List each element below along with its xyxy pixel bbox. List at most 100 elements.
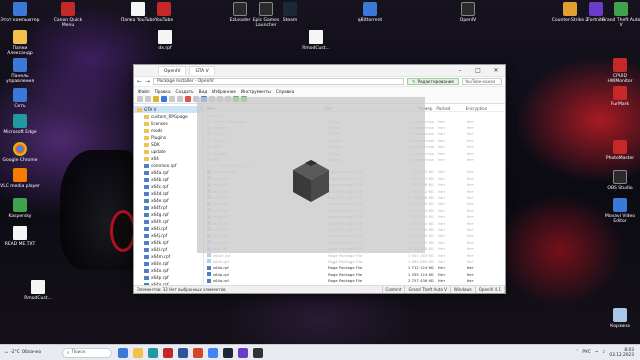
start-icon[interactable] <box>118 347 128 358</box>
tree-item[interactable]: GTA V <box>134 106 203 113</box>
toolbar-back-icon[interactable] <box>137 96 143 102</box>
openiv-taskbar-icon[interactable] <box>253 347 263 358</box>
desktop-icon-canon[interactable]: Canon Quick Menu <box>48 2 88 28</box>
table-row[interactable]: x64p.rpf Rage Package File 1 395 124 КБ Нет… <box>204 271 505 277</box>
word-icon[interactable] <box>178 347 188 358</box>
cell-type: Rage Package File <box>328 265 363 271</box>
explorer-icon[interactable] <box>133 347 143 358</box>
address-input[interactable]: Package Installer - OpenIV <box>153 78 404 85</box>
tree-item[interactable]: x64a.rpf <box>134 169 203 176</box>
desktop-icon-steam[interactable]: Steam <box>270 2 310 23</box>
toolbar-folder-icon[interactable] <box>153 96 159 102</box>
desktop-icon-openiv[interactable]: OpenIV <box>448 2 488 23</box>
tray-chevron-icon[interactable]: ˄ <box>576 350 578 355</box>
desktop-icon-gta[interactable]: Grand Theft Auto V <box>601 2 640 28</box>
edit-mode-button[interactable]: ✎ Редактирование <box>406 78 459 85</box>
table-row[interactable]: x64o.rpf Rage Package File 1 712 124 КБ Нет… <box>204 265 505 271</box>
desktop-icon-computer[interactable]: Этот компьютер <box>0 2 40 23</box>
desktop-icon-furmark[interactable]: FurMark <box>600 86 640 107</box>
edge-taskbar-icon[interactable] <box>148 347 158 358</box>
tab-gtav[interactable]: GTA V <box>189 66 215 75</box>
steam-taskbar-icon[interactable] <box>223 347 233 358</box>
desktop-icon-chrome[interactable]: Google Chrome <box>0 142 40 163</box>
tree-item[interactable]: x64h.rpf <box>134 218 203 225</box>
tree-item[interactable]: x64 <box>134 155 203 162</box>
tree-item[interactable]: x64m.rpf <box>134 253 203 260</box>
tree-item[interactable]: x64k.rpf <box>134 239 203 246</box>
tree-item[interactable]: x64c.rpf <box>134 183 203 190</box>
cell-size: 2 757 436 КБ <box>407 278 434 284</box>
tree-item[interactable]: x64f.rpf <box>134 204 203 211</box>
column-packed[interactable]: Packed <box>436 106 465 111</box>
tree-item[interactable]: common.rpf <box>134 162 203 169</box>
toolbar-copy-icon[interactable] <box>169 96 175 102</box>
maximize-icon[interactable]: □ <box>469 67 487 74</box>
menu-create[interactable]: Создать <box>176 89 194 94</box>
tree-item[interactable]: x64i.rpf <box>134 225 203 232</box>
tree-item[interactable]: x64l.rpf <box>134 246 203 253</box>
toolbar-save-icon[interactable] <box>161 96 167 102</box>
clock[interactable]: 8:03 03.12.2023 <box>609 348 634 358</box>
toolbar-paste-icon[interactable] <box>177 96 183 102</box>
menu-file[interactable]: Файл <box>138 89 150 94</box>
menu-edit[interactable]: Правка <box>155 89 171 94</box>
desktop-icon-rmodcust-top[interactable]: RmodCust... <box>296 30 336 51</box>
search-input[interactable]: YouTube-канал <box>462 78 502 85</box>
desktop-icon-user-folder[interactable]: Папки Александр <box>0 30 40 56</box>
desktop-icon-rmodcust[interactable]: RmodCust... <box>18 280 58 301</box>
desktop-icon-recycle-bin[interactable]: Корзина <box>600 308 640 329</box>
tab-openiv[interactable]: OpenIV <box>158 66 187 75</box>
youtube-taskbar-icon[interactable] <box>163 347 173 358</box>
desktop-icon-vlc[interactable]: VLC media player <box>0 168 40 189</box>
wifi-icon[interactable]: ⌔ <box>595 350 599 356</box>
table-row[interactable]: x64q.rpf Rage Package File 2 757 436 КБ Нет… <box>204 277 505 283</box>
weather-widget[interactable]: ☁ -2°C Облачно <box>0 350 60 355</box>
desktop-icon-readme[interactable]: READ ME.TXT <box>0 226 40 247</box>
column-encryption[interactable]: Encryption <box>466 106 505 111</box>
tree-item[interactable]: x64e.rpf <box>134 197 203 204</box>
gta-icon <box>614 2 628 16</box>
menu-view[interactable]: Вид <box>199 89 208 94</box>
tree-item[interactable]: mods <box>134 127 203 134</box>
tree-item[interactable]: x64o.rpf <box>134 267 203 274</box>
desktop-icon-qbittorrent[interactable]: qBittorrent <box>350 2 390 23</box>
desktop-icon-movavi[interactable]: Movavi Video Editor <box>600 198 640 224</box>
desktop-icon-cpuid[interactable]: CPUID HWMonitor <box>600 58 640 84</box>
discord-icon[interactable] <box>238 347 248 358</box>
menu-help[interactable]: Справка <box>276 89 294 94</box>
desktop-icon-obs[interactable]: OBS Studio <box>600 170 640 191</box>
menu-favorites[interactable]: Избранное <box>212 89 236 94</box>
menu-tools[interactable]: Инструменты <box>241 89 271 94</box>
tree-item[interactable]: update <box>134 148 203 155</box>
desktop-icon-edge[interactable]: Microsoft Edge <box>0 114 40 135</box>
tree-item[interactable]: x64p.rpf <box>134 274 203 281</box>
tree-item[interactable]: custom_RPGpage <box>134 113 203 120</box>
toolbar-forward-icon[interactable] <box>145 96 151 102</box>
desktop-icon-photomaster[interactable]: PhotoMaster <box>600 140 640 161</box>
tree-item[interactable]: licenses <box>134 120 203 127</box>
desktop-icon-kaspersky[interactable]: Kaspersky <box>0 198 40 219</box>
desktop-icon-network[interactable]: Сеть <box>0 88 40 109</box>
close-icon[interactable]: ✕ <box>487 67 505 74</box>
tree-item[interactable]: x64n.rpf <box>134 260 203 267</box>
language-indicator[interactable]: РУС <box>582 350 590 355</box>
minimize-icon[interactable]: – <box>451 67 469 74</box>
tree-item[interactable]: x64b.rpf <box>134 176 203 183</box>
desktop-icon-youtube[interactable]: YouTube <box>144 2 184 23</box>
powerpoint-icon[interactable] <box>193 347 203 358</box>
forward-icon[interactable]: → <box>145 78 150 85</box>
rpf-file-icon <box>207 272 211 277</box>
taskbar-search[interactable]: ⌕ Поиск <box>62 347 112 358</box>
back-icon[interactable]: ← <box>137 78 142 85</box>
tree-item[interactable]: x64j.rpf <box>134 232 203 239</box>
desktop-icon-dxrpf[interactable]: dx.rpf <box>145 30 185 51</box>
tree-item[interactable]: x64g.rpf <box>134 211 203 218</box>
toolbar-delete-icon[interactable] <box>185 96 191 102</box>
tree-item[interactable]: Plugins <box>134 134 203 141</box>
control-panel-icon <box>13 58 27 72</box>
desktop-icon-control-panel[interactable]: Панель управления <box>0 58 40 84</box>
tree-item[interactable]: x64d.rpf <box>134 190 203 197</box>
volume-icon[interactable]: ♪ <box>603 350 606 355</box>
chrome-taskbar-icon[interactable] <box>208 347 218 358</box>
tree-item[interactable]: SDK <box>134 141 203 148</box>
